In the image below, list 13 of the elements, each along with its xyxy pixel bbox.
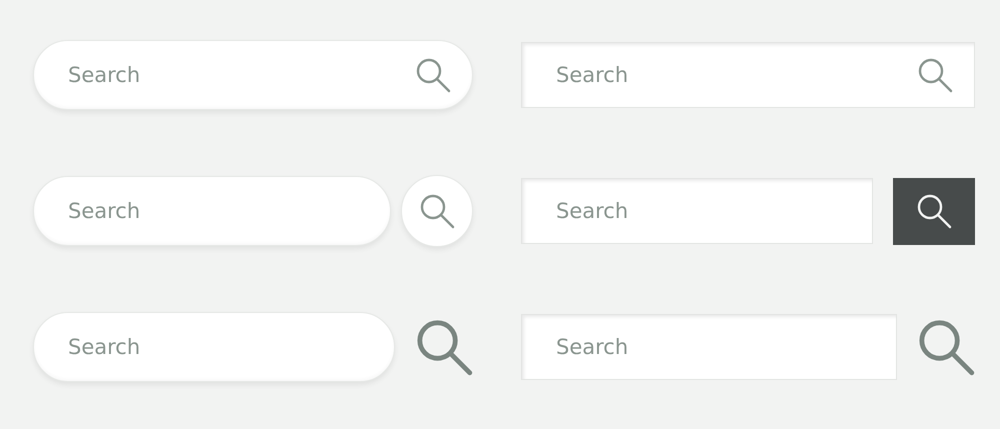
search-icon[interactable] xyxy=(415,318,473,376)
search-icon[interactable] xyxy=(917,57,953,93)
search-field[interactable]: Search xyxy=(33,312,395,382)
search-field[interactable]: Search xyxy=(521,178,873,244)
search-icon xyxy=(916,193,952,229)
search-field[interactable]: Search xyxy=(33,40,473,110)
search-button[interactable] xyxy=(893,178,975,244)
search-icon xyxy=(419,193,455,229)
search-icon[interactable] xyxy=(917,318,975,376)
search-field[interactable]: Search xyxy=(33,176,391,246)
search-field[interactable]: Search xyxy=(521,314,897,380)
search-field[interactable]: Search xyxy=(521,42,975,108)
search-icon[interactable] xyxy=(415,57,451,93)
